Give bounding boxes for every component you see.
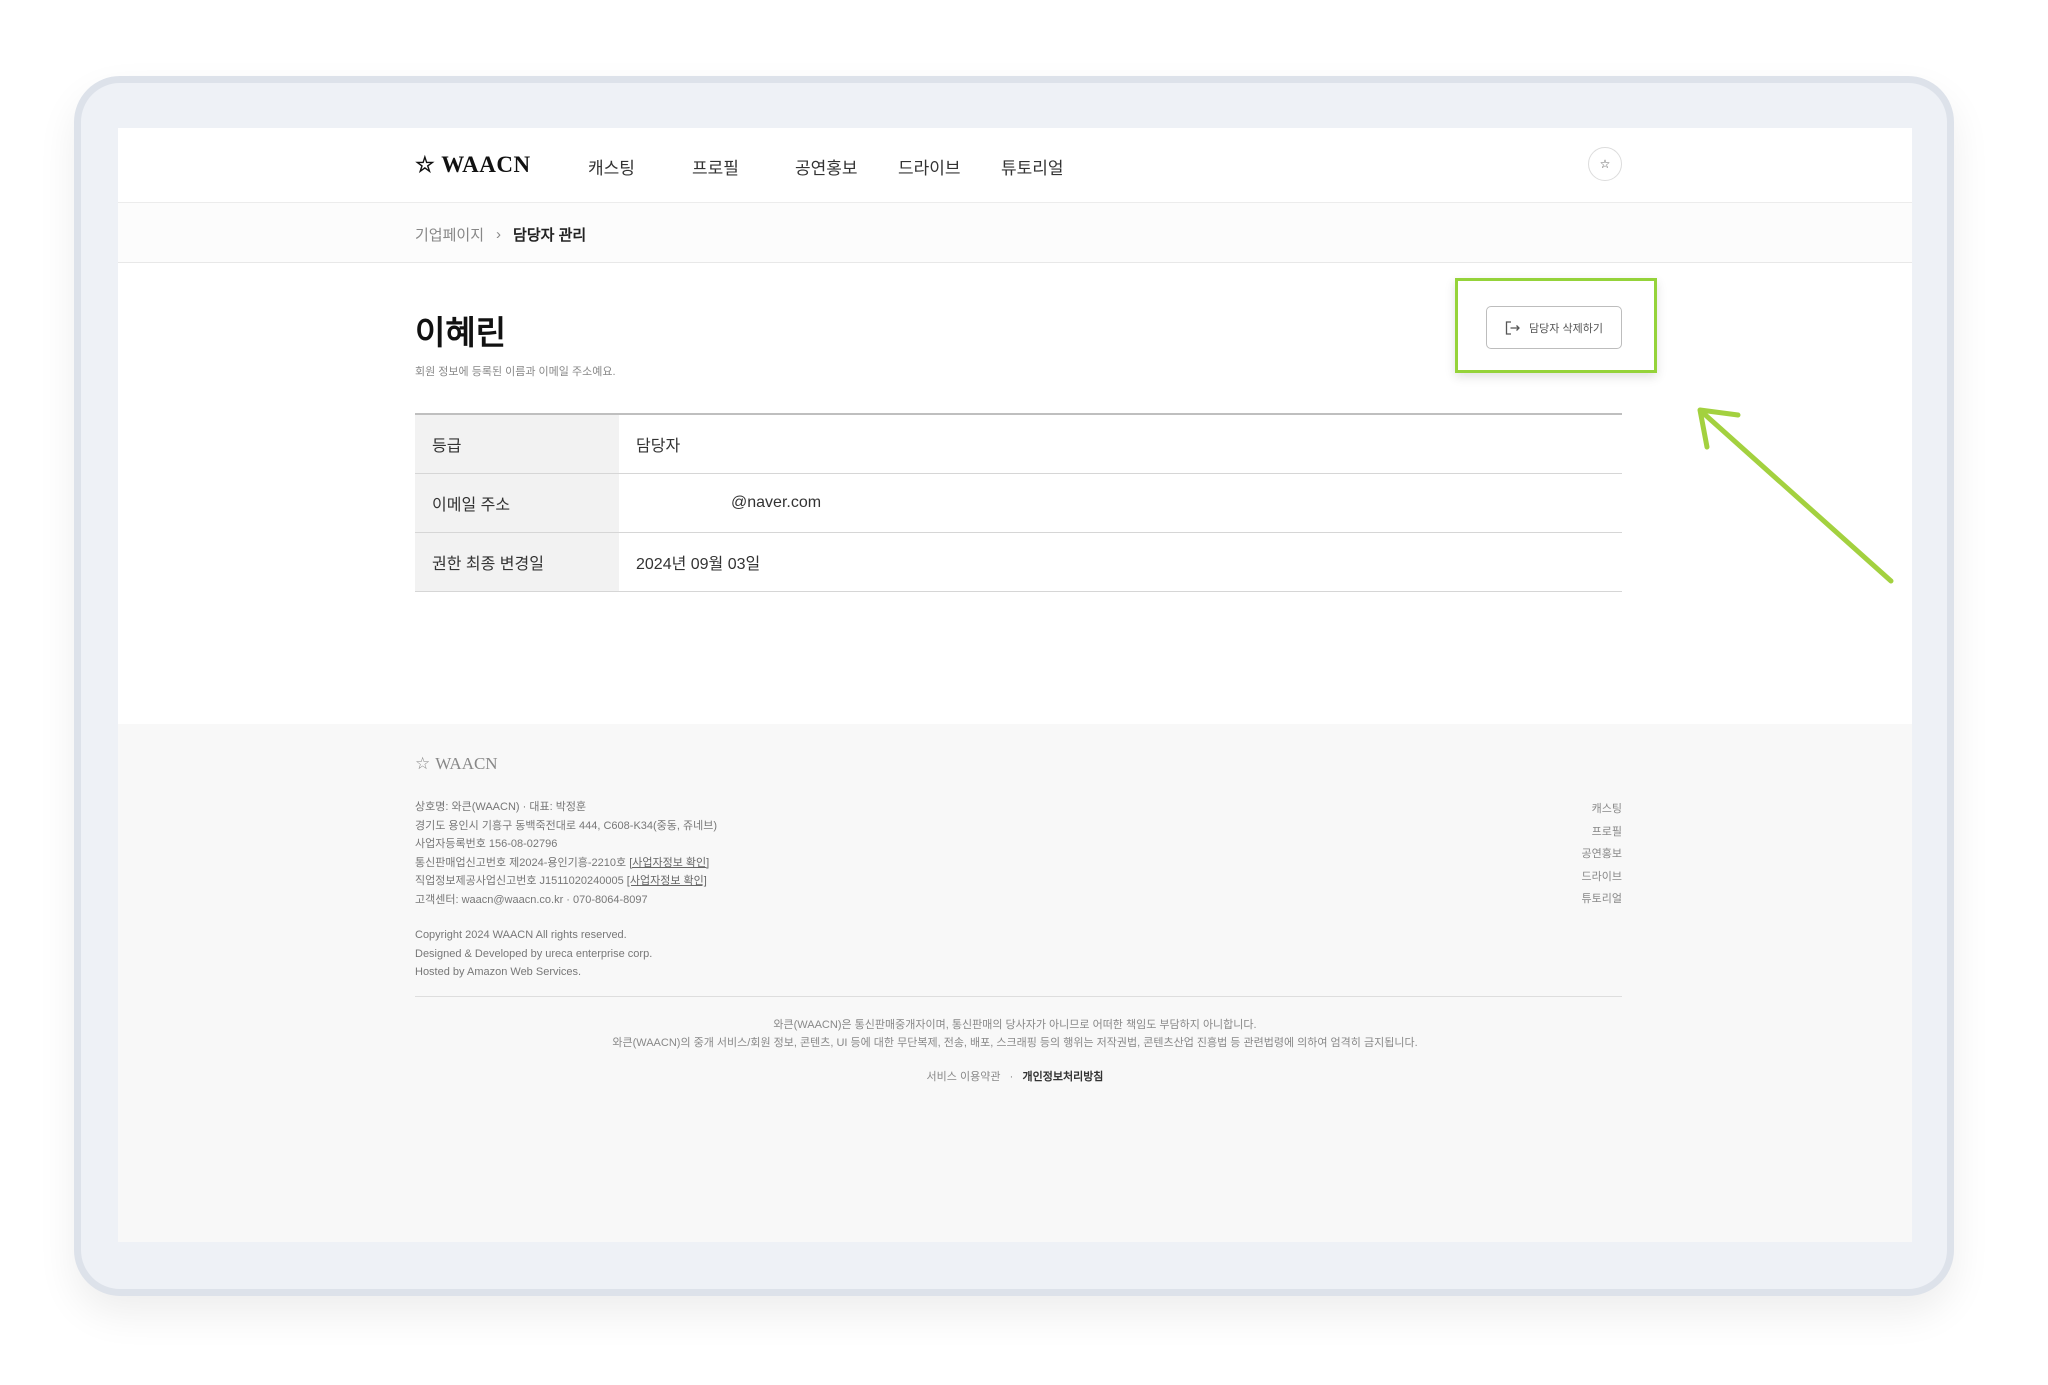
ecommerce-license-line: 통신판매업신고번호 제2024-용인기흥-2210호 [사업자정보 확인]	[415, 854, 717, 873]
info-table: 등급 담당자 이메일 주소 @naver.com 권한 최종 변경일 2024년…	[415, 413, 1622, 592]
privacy-policy-link[interactable]: 개인정보처리방침	[1022, 1071, 1103, 1083]
nav-profile[interactable]: 프로필	[692, 154, 739, 179]
footer-logo-text: WAACN	[435, 754, 498, 773]
page-description: 회원 정보에 등록된 이름과 이메일 주소예요.	[415, 366, 616, 378]
copyright-line: Copyright 2024 WAACN All rights reserved…	[415, 929, 627, 941]
delete-manager-button[interactable]: 담당자 삭제하기	[1486, 306, 1622, 349]
job-info-license-line: 직업정보제공사업신고번호 J1511020240005 [사업자정보 확인]	[415, 872, 717, 891]
footer-link-drive[interactable]: 드라이브	[1582, 866, 1622, 889]
nav-casting[interactable]: 캐스팅	[588, 154, 635, 179]
table-row: 권한 최종 변경일 2024년 09월 03일	[415, 533, 1622, 592]
breadcrumb-bar: 기업페이지 › 담당자 관리	[118, 203, 1912, 263]
terms-link[interactable]: 서비스 이용약관	[927, 1071, 1001, 1083]
page-title: 이혜린	[415, 314, 507, 351]
row-value: 2024년 09월 03일	[636, 556, 761, 573]
breadcrumb-chevron-icon: ›	[496, 226, 502, 243]
row-label: 권한 최종 변경일	[415, 533, 619, 591]
business-info-link[interactable]: [사업자정보 확인]	[627, 875, 707, 887]
footer-notice-line: 와큰(WAACN)은 통신판매중개자이며, 통신판매의 당사자가 아니므로 어떠…	[773, 1019, 1257, 1031]
breadcrumb: 기업페이지 › 담당자 관리	[415, 224, 586, 245]
business-info-link[interactable]: [사업자정보 확인]	[629, 857, 709, 869]
footer-link-casting[interactable]: 캐스팅	[1582, 798, 1622, 821]
top-header: ☆ WAACN 캐스팅 프로필 공연홍보 드라이브 튜토리얼 ☆	[118, 128, 1912, 203]
nav-promotion[interactable]: 공연홍보	[795, 154, 858, 179]
row-label: 이메일 주소	[415, 474, 619, 532]
footer-star-icon: ☆	[415, 754, 431, 773]
policy-separator: ·	[1009, 1071, 1014, 1083]
logo-text: WAACN	[441, 152, 531, 177]
logout-icon	[1505, 320, 1520, 335]
footer: ☆ WAACN 상호명: 와큰(WAACN) · 대표: 박정훈 경기도 용인시…	[118, 724, 1912, 1242]
company-name-line: 상호명: 와큰(WAACN) · 대표: 박정훈	[415, 801, 587, 813]
delete-button-label: 담당자 삭제하기	[1529, 322, 1603, 335]
nav-drive[interactable]: 드라이브	[898, 154, 961, 179]
footer-links: 캐스팅 프로필 공연홍보 드라이브 튜토리얼	[1582, 798, 1622, 911]
company-address-line: 경기도 용인시 기흥구 동백죽전대로 444, C608-K34(중동, 쥬네브…	[415, 819, 718, 832]
browser-screen: ☆ WAACN 캐스팅 프로필 공연홍보 드라이브 튜토리얼 ☆ 기업페이지 ›…	[118, 128, 1912, 1242]
hosting-line: Hosted by Amazon Web Services.	[415, 966, 582, 978]
copyright-block: Copyright 2024 WAACN All rights reserved…	[415, 926, 652, 982]
business-number-line: 사업자등록번호 156-08-02796	[415, 838, 558, 850]
row-label: 등급	[415, 415, 619, 473]
footer-link-tutorial[interactable]: 튜토리얼	[1582, 888, 1622, 911]
breadcrumb-current: 담당자 관리	[513, 227, 587, 244]
footer-notice-line: 와큰(WAACN)의 중개 서비스/회원 정보, 콘텐츠, UI 등에 대한 무…	[612, 1037, 1418, 1049]
footer-link-promotion[interactable]: 공연홍보	[1582, 843, 1622, 866]
footer-logo: ☆ WAACN	[415, 754, 498, 774]
avatar-star-icon: ☆	[1599, 157, 1611, 171]
site-logo[interactable]: ☆ WAACN	[415, 152, 531, 178]
footer-divider	[415, 996, 1622, 997]
breadcrumb-parent[interactable]: 기업페이지	[415, 224, 484, 245]
footer-link-profile[interactable]: 프로필	[1582, 821, 1622, 844]
ecommerce-license-text: 통신판매업신고번호 제2024-용인기흥-2210호	[415, 856, 627, 869]
credits-line: Designed & Developed by ureca enterprise…	[415, 947, 653, 960]
row-value: @naver.com	[731, 494, 822, 511]
table-row: 등급 담당자	[415, 415, 1622, 474]
footer-policy-links: 서비스 이용약관 · 개인정보처리방침	[118, 1068, 1912, 1084]
row-value: 담당자	[636, 438, 681, 455]
customer-center-line: 고객센터: waacn@waacn.co.kr · 070-8064-8097	[415, 893, 648, 906]
job-info-license-text: 직업정보제공사업신고번호 J1511020240005	[415, 875, 624, 887]
table-row: 이메일 주소 @naver.com	[415, 474, 1622, 533]
company-info: 상호명: 와큰(WAACN) · 대표: 박정훈 경기도 용인시 기흥구 동백죽…	[415, 798, 717, 909]
star-logo-icon: ☆	[415, 152, 436, 177]
user-avatar[interactable]: ☆	[1588, 147, 1622, 181]
nav-tutorial[interactable]: 튜토리얼	[1001, 154, 1064, 179]
